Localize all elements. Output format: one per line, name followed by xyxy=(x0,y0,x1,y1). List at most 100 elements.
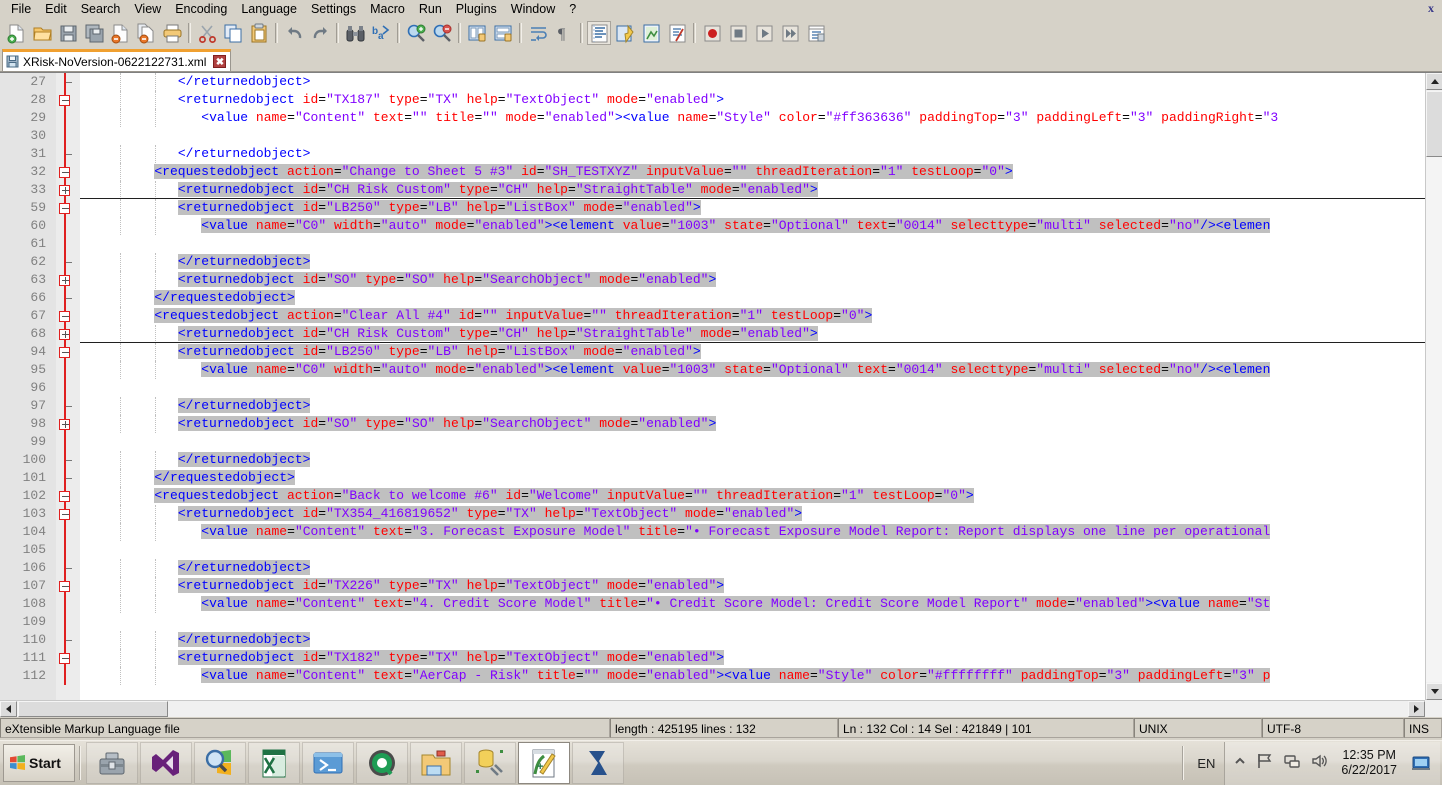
scroll-right-arrow-icon[interactable] xyxy=(1408,701,1425,717)
undo-icon[interactable] xyxy=(282,21,306,45)
sync-vertical-scroll-icon[interactable] xyxy=(465,21,489,45)
notepadpp-icon[interactable]: + xyxy=(518,742,570,784)
fold-collapse-icon[interactable] xyxy=(59,491,70,502)
stop-macro-icon[interactable] xyxy=(726,21,750,45)
copy-icon[interactable] xyxy=(221,21,245,45)
print-icon[interactable] xyxy=(160,21,184,45)
network-icon[interactable] xyxy=(1283,752,1301,775)
scroll-down-arrow-icon[interactable] xyxy=(1426,683,1442,700)
editor-horizontal-scrollbar[interactable] xyxy=(0,700,1425,717)
close-file-icon[interactable] xyxy=(108,21,132,45)
code-line[interactable]: 31 </returnedobject> xyxy=(0,145,1442,163)
play-macro-icon[interactable] xyxy=(752,21,776,45)
menu-item-window[interactable]: Window xyxy=(504,1,562,18)
code-line[interactable]: 98 <returnedobject id="SO" type="SO" help… xyxy=(0,415,1442,433)
fold-collapse-icon[interactable] xyxy=(59,311,70,322)
code-line[interactable]: 62 </returnedobject> xyxy=(0,253,1442,271)
code-line[interactable]: 112 <value name="Content" text="AerCap - … xyxy=(0,667,1442,685)
code-line[interactable]: 30 xyxy=(0,127,1442,145)
menu-item-macro[interactable]: Macro xyxy=(363,1,412,18)
qlikview-icon[interactable] xyxy=(356,742,408,784)
save-icon[interactable] xyxy=(56,21,80,45)
fold-expand-icon[interactable] xyxy=(59,419,70,430)
fold-collapse-icon[interactable] xyxy=(59,509,70,520)
show-all-chars-icon[interactable]: ¶ xyxy=(552,21,576,45)
document-map-icon[interactable] xyxy=(639,21,663,45)
menu-item-view[interactable]: View xyxy=(127,1,168,18)
windows-explorer-search-icon[interactable] xyxy=(194,742,246,784)
code-line[interactable]: 96 xyxy=(0,379,1442,397)
code-line[interactable]: 107 <returnedobject id="TX226" type="TX" … xyxy=(0,577,1442,595)
visual-studio-icon[interactable] xyxy=(140,742,192,784)
new-file-icon[interactable] xyxy=(4,21,28,45)
code-line[interactable]: 100 </returnedobject> xyxy=(0,451,1442,469)
find-binoculars-icon[interactable] xyxy=(343,21,367,45)
menu-item-run[interactable]: Run xyxy=(412,1,449,18)
open-folder-icon[interactable] xyxy=(30,21,54,45)
code-line[interactable]: 61 xyxy=(0,235,1442,253)
code-line[interactable]: 59 <returnedobject id="LB250" type="LB" h… xyxy=(0,199,1442,217)
replace-icon[interactable]: ba xyxy=(369,21,393,45)
tab-xrisk-noversion-xml[interactable]: XRisk-NoVersion-0622122731.xml ✖ xyxy=(2,49,232,71)
menu-item-plugins[interactable]: Plugins xyxy=(449,1,504,18)
code-line[interactable]: 66 </requestedobject> xyxy=(0,289,1442,307)
action-center-flag-icon[interactable] xyxy=(1256,752,1274,775)
menu-item-settings[interactable]: Settings xyxy=(304,1,363,18)
code-line[interactable]: 106 </returnedobject> xyxy=(0,559,1442,577)
menu-item-language[interactable]: Language xyxy=(234,1,304,18)
zoom-in-icon[interactable] xyxy=(404,21,428,45)
word-wrap-icon[interactable] xyxy=(526,21,550,45)
editor-text-area[interactable]: 27 </returnedobject> 28 <returnedobject id=… xyxy=(0,73,1442,700)
user-defined-dialog-icon[interactable] xyxy=(613,21,637,45)
save-all-icon[interactable] xyxy=(82,21,106,45)
indent-guideline-icon[interactable] xyxy=(587,21,611,45)
excel-icon[interactable] xyxy=(248,742,300,784)
code-line[interactable]: 29 <value name="Content" text="" title=""… xyxy=(0,109,1442,127)
fold-collapse-icon[interactable] xyxy=(59,95,70,106)
horizontal-scroll-thumb[interactable] xyxy=(18,701,168,717)
editor-vertical-scrollbar[interactable] xyxy=(1425,73,1442,700)
code-line[interactable]: 27 </returnedobject> xyxy=(0,73,1442,91)
vertical-scroll-thumb[interactable] xyxy=(1426,91,1442,157)
code-line[interactable]: 95 <value name="C0" width="auto" mode="en… xyxy=(0,361,1442,379)
cut-scissors-icon[interactable] xyxy=(195,21,219,45)
menu-item-edit[interactable]: Edit xyxy=(38,1,74,18)
record-macro-icon[interactable] xyxy=(700,21,724,45)
fold-collapse-icon[interactable] xyxy=(59,203,70,214)
fold-expand-icon[interactable] xyxy=(59,185,70,196)
code-line[interactable]: 28 <returnedobject id="TX187" type="TX" h… xyxy=(0,91,1442,109)
scroll-up-arrow-icon[interactable] xyxy=(1426,73,1442,90)
paste-icon[interactable] xyxy=(247,21,271,45)
code-line[interactable]: 33 <returnedobject id="CH Risk Custom" ty… xyxy=(0,181,1442,199)
show-desktop-button[interactable] xyxy=(1410,748,1432,778)
code-lines[interactable]: 27 </returnedobject> 28 <returnedobject id=… xyxy=(0,73,1442,700)
window-close-button[interactable]: x xyxy=(1428,1,1434,16)
save-macro-icon[interactable] xyxy=(804,21,828,45)
code-line[interactable]: 103 <returnedobject id="TX354_416819652" … xyxy=(0,505,1442,523)
fold-collapse-icon[interactable] xyxy=(59,653,70,664)
sync-horizontal-scroll-icon[interactable] xyxy=(491,21,515,45)
code-line[interactable]: 108 <value name="Content" text="4. Credit… xyxy=(0,595,1442,613)
file-explorer-icon[interactable] xyxy=(410,742,462,784)
code-line[interactable]: 104 <value name="Content" text="3. Foreca… xyxy=(0,523,1442,541)
menu-item-search[interactable]: Search xyxy=(74,1,128,18)
fold-expand-icon[interactable] xyxy=(59,275,70,286)
code-line[interactable]: 68 <returnedobject id="CH Risk Custom" ty… xyxy=(0,325,1442,343)
redo-icon[interactable] xyxy=(308,21,332,45)
code-line[interactable]: 99 xyxy=(0,433,1442,451)
tray-language-indicator[interactable]: EN xyxy=(1188,756,1224,771)
sql-server-icon[interactable] xyxy=(572,742,624,784)
start-button[interactable]: Start xyxy=(3,744,75,782)
zoom-out-icon[interactable] xyxy=(430,21,454,45)
function-list-icon[interactable] xyxy=(665,21,689,45)
close-all-files-icon[interactable] xyxy=(134,21,158,45)
menu-item-encoding[interactable]: Encoding xyxy=(168,1,234,18)
vertical-scroll-track[interactable] xyxy=(1426,157,1442,682)
database-tools-icon[interactable] xyxy=(464,742,516,784)
code-line[interactable]: 94 <returnedobject id="LB250" type="LB" h… xyxy=(0,343,1442,361)
scroll-left-arrow-icon[interactable] xyxy=(0,701,17,717)
volume-speaker-icon[interactable] xyxy=(1310,752,1328,775)
toolbox-icon[interactable] xyxy=(86,742,138,784)
powershell-icon[interactable] xyxy=(302,742,354,784)
taskbar-clock[interactable]: 12:35 PM 6/22/2017 xyxy=(1337,748,1401,778)
